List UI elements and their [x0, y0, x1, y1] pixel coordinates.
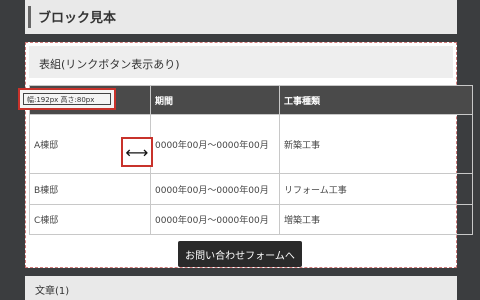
table-header-work-type: 工事種類 [279, 85, 473, 115]
column-resize-handle[interactable]: ⟷ [121, 137, 153, 167]
contact-form-button[interactable]: お問い合わせフォームへ [178, 241, 302, 267]
table-cell-period: 0000年00月～0000年00月 [150, 203, 280, 236]
selection-size-badge: 幅:192px 高さ:80px [18, 88, 116, 110]
panel-title-bar: 表組(リンクボタン表示あり) [29, 46, 453, 78]
table-cell-name: C棟邸 [29, 203, 151, 236]
next-block-header: 文章(1) [25, 276, 457, 300]
next-block-title: 文章(1) [35, 286, 70, 297]
table-row: C棟邸 0000年00月～0000年00月 増築工事 [29, 203, 473, 236]
page-title: ブロック見本 [38, 11, 117, 26]
table-cell-work-type: リフォーム工事 [279, 173, 473, 205]
table-cell-work-type: 新築工事 [279, 113, 473, 175]
table-row: A棟邸 0000年00月～0000年00月 新築工事 [29, 113, 473, 175]
table-cell-period: 0000年00月～0000年00月 [150, 113, 280, 175]
table-cell-period: 0000年00月～0000年00月 [150, 173, 280, 205]
resize-horizontal-icon: ⟷ [125, 142, 149, 162]
table-row: B棟邸 0000年00月～0000年00月 リフォーム工事 [29, 173, 473, 205]
table-cell-work-type: 増築工事 [279, 203, 473, 236]
panel-title: 表組(リンクボタン表示あり) [39, 58, 180, 71]
table-cell-name: B棟邸 [29, 173, 151, 205]
selection-size-text: 幅:192px 高さ:80px [23, 93, 111, 105]
table-header-period: 期間 [150, 85, 280, 115]
table-block-panel[interactable]: 表組(リンクボタン表示あり) 期間 工事種類 A棟邸 0000年00月～0000… [25, 42, 473, 268]
header-accent-bar [28, 6, 31, 28]
